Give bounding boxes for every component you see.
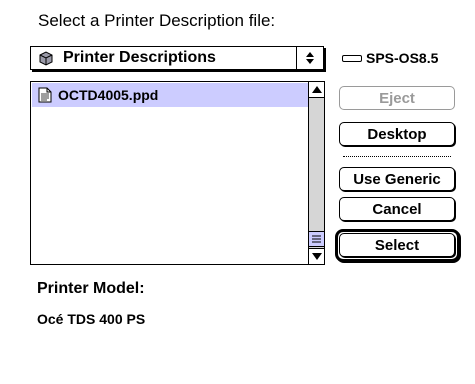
scroll-thumb[interactable] (309, 231, 324, 247)
desktop-button[interactable]: Desktop (339, 122, 455, 146)
select-button[interactable]: Select (339, 233, 455, 257)
scroll-down-arrow-icon[interactable] (309, 248, 324, 264)
volume-name: SPS-OS8.5 (366, 50, 439, 66)
printer-model-value: Océ TDS 400 PS (37, 311, 146, 327)
vertical-scrollbar[interactable] (308, 82, 324, 264)
disk-icon (342, 54, 362, 62)
volume-label: SPS-OS8.5 (342, 50, 438, 66)
folder-icon (37, 49, 55, 67)
list-item[interactable]: OCTD4005.ppd (32, 83, 308, 107)
scroll-up-arrow-icon[interactable] (309, 82, 324, 98)
eject-button[interactable]: Eject (339, 86, 455, 110)
document-icon (38, 87, 52, 103)
printer-description-dialog: Select a Printer Description file: Print… (0, 0, 475, 384)
popup-arrows-icon (296, 47, 323, 69)
file-name: OCTD4005.ppd (58, 87, 159, 103)
dialog-prompt: Select a Printer Description file: (38, 11, 276, 30)
folder-popup-label: Printer Descriptions (63, 49, 216, 66)
file-list-rows: OCTD4005.ppd (31, 82, 308, 264)
cancel-button[interactable]: Cancel (339, 197, 455, 221)
file-list[interactable]: OCTD4005.ppd (30, 81, 325, 265)
printer-model-label: Printer Model: (37, 280, 145, 297)
use-generic-button[interactable]: Use Generic (339, 167, 455, 191)
button-divider (343, 156, 451, 157)
folder-popup-menu[interactable]: Printer Descriptions (30, 46, 324, 70)
